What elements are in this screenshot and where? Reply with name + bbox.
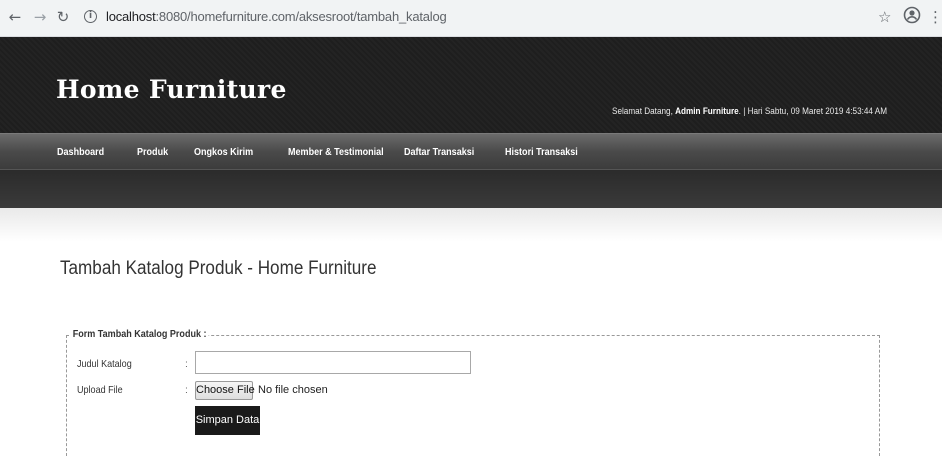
- bookmark-star-icon[interactable]: ☆: [878, 7, 891, 27]
- nav-daftar-transaksi[interactable]: Daftar Transaksi: [404, 146, 474, 158]
- site-header: Home Furniture Selamat Datang, Admin Fur…: [0, 37, 942, 133]
- site-logo[interactable]: Home Furniture: [56, 75, 287, 104]
- nav-member-testimonial[interactable]: Member & Testimonial: [288, 146, 384, 158]
- kebab-menu-icon[interactable]: ⋮: [928, 7, 942, 27]
- page-title: Tambah Katalog Produk - Home Furniture: [60, 258, 377, 279]
- nav-histori-transaksi[interactable]: Histori Transaksi: [505, 146, 578, 158]
- reload-icon[interactable]: ↻: [54, 7, 72, 27]
- browser-toolbar: ← → ↻ i localhost:8080/homefurniture.com…: [0, 0, 942, 37]
- upload-file-label: Upload File: [77, 384, 123, 396]
- url-text[interactable]: localhost:8080/homefurniture.com/aksesro…: [106, 9, 447, 24]
- header-shadow: [0, 208, 942, 242]
- choose-file-button[interactable]: Choose File: [195, 381, 255, 400]
- nav-dashboard[interactable]: Dashboard: [57, 146, 104, 158]
- profile-icon[interactable]: [903, 6, 921, 29]
- info-icon[interactable]: i: [84, 10, 97, 23]
- address-bar[interactable]: i localhost:8080/homefurniture.com/akses…: [78, 5, 858, 29]
- simpan-data-button[interactable]: Simpan Data: [195, 406, 260, 435]
- judul-katalog-input[interactable]: [195, 351, 471, 374]
- back-arrow-icon[interactable]: ←: [6, 7, 24, 27]
- main-nav: Dashboard Produk Ongkos Kirim Member & T…: [0, 133, 942, 169]
- judul-colon: :: [185, 358, 188, 370]
- upload-colon: :: [185, 384, 188, 396]
- form-fieldset: [66, 335, 880, 456]
- nav-produk[interactable]: Produk: [137, 146, 168, 158]
- nav-ongkos-kirim[interactable]: Ongkos Kirim: [194, 146, 253, 158]
- welcome-message: Selamat Datang, Admin Furniture. | Hari …: [612, 106, 888, 117]
- form-legend: Form Tambah Katalog Produk :: [71, 328, 209, 340]
- sub-nav-bar: [0, 169, 942, 208]
- judul-katalog-label: Judul Katalog: [77, 358, 132, 370]
- file-status-text: No file chosen: [258, 384, 328, 396]
- forward-arrow-icon[interactable]: →: [31, 7, 49, 27]
